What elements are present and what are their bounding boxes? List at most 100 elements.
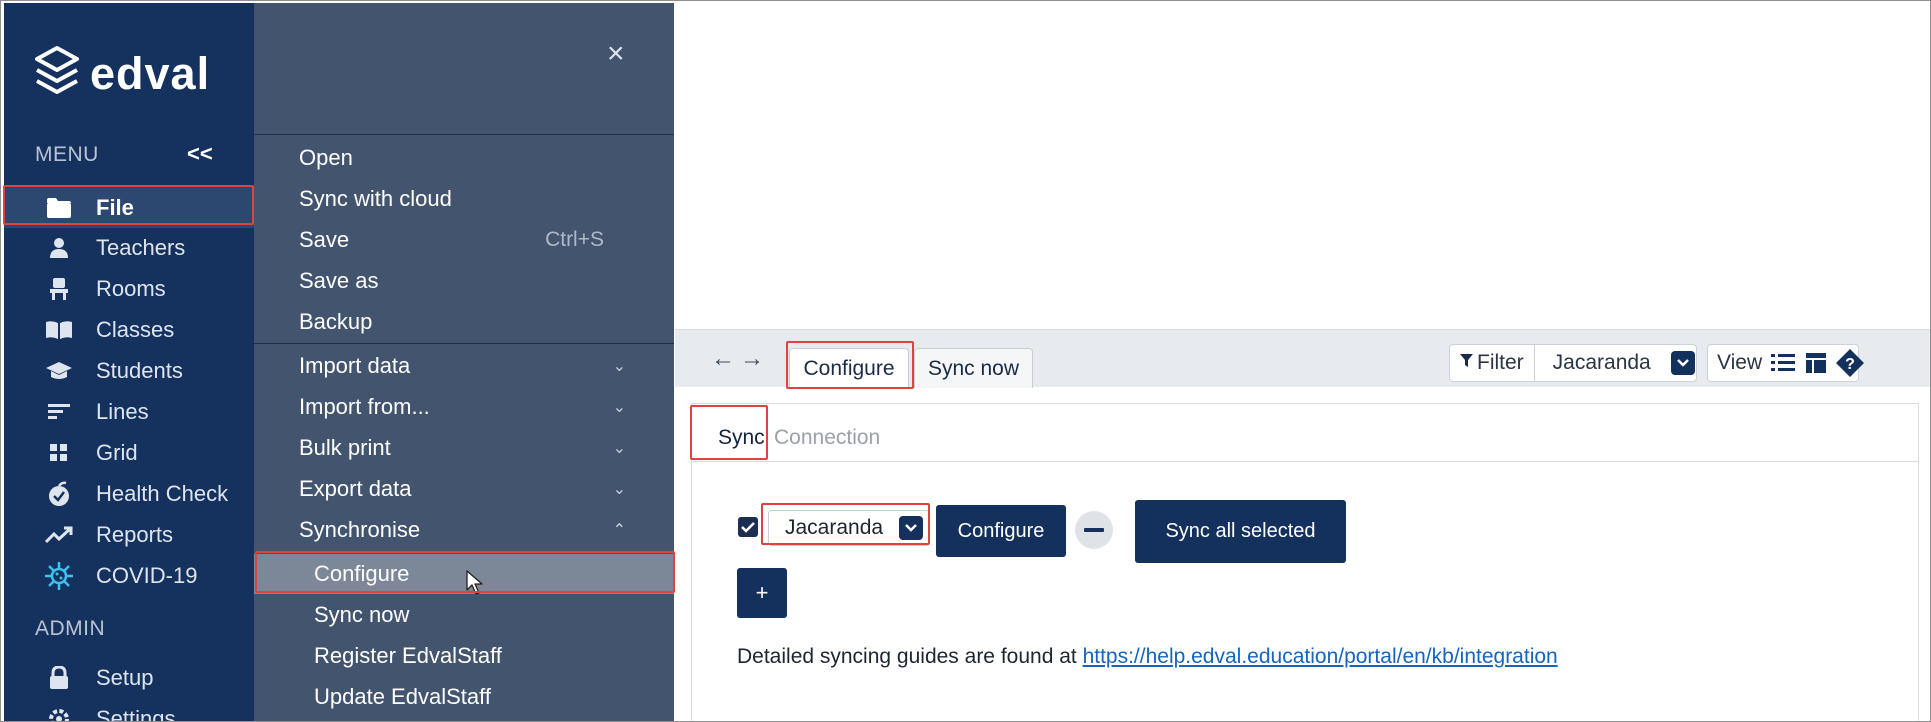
grid-icon — [44, 440, 74, 466]
nav-item-reports[interactable]: Reports — [4, 514, 254, 555]
menu-item-label: Backup — [299, 309, 373, 334]
menu-item-sync-now[interactable]: Sync now — [254, 595, 674, 635]
nav-item-lines[interactable]: Lines — [4, 391, 254, 432]
configure-button[interactable]: Configure — [936, 505, 1066, 557]
file-submenu: × Open Sync with cloud Save Ctrl+S Save a… — [254, 3, 674, 721]
subtab-connection[interactable]: Connection — [774, 416, 880, 460]
provider-select[interactable]: Jacaranda — [768, 510, 930, 546]
nav-item-setup[interactable]: Setup — [4, 657, 254, 698]
nav-item-label: Rooms — [96, 275, 166, 301]
add-row-button[interactable]: + — [737, 568, 787, 618]
nav-item-covid-19[interactable]: COVID-19 — [4, 555, 254, 596]
list-view-icon[interactable] — [1771, 352, 1796, 374]
tab-label: Sync now — [927, 356, 1020, 380]
shortcut-hint: Ctrl+S — [545, 228, 604, 251]
nav-item-label: Classes — [96, 316, 175, 342]
brand-name: edval — [90, 47, 211, 99]
subtab-label: Connection — [774, 426, 881, 449]
filter-group: Filter Jacaranda — [1449, 344, 1697, 382]
tab-label: Configure — [803, 356, 895, 380]
trend-icon — [44, 522, 74, 548]
toolbar: ← → Configure Sync now Filter Jacaranda — [675, 329, 1930, 388]
virus-icon — [44, 561, 74, 590]
subtab-sync[interactable]: Sync — [704, 416, 779, 460]
nav-item-health-check[interactable]: Health Check — [4, 473, 254, 514]
book-icon — [44, 317, 74, 343]
divider — [254, 343, 674, 344]
menu-item-import-data[interactable]: Import data ⌄ — [254, 346, 674, 386]
menu-item-update-edvalstaff[interactable]: Update EdvalStaff — [254, 677, 674, 717]
forward-arrow-icon[interactable]: → — [740, 345, 764, 373]
nav-item-students[interactable]: Students — [4, 350, 254, 391]
tab-configure[interactable]: Configure — [789, 348, 909, 388]
apple-icon — [44, 481, 74, 507]
nav-item-label: Reports — [96, 521, 174, 547]
chevron-down-icon: ⌄ — [612, 399, 626, 416]
subtab-label: Sync — [718, 426, 765, 449]
menu-item-label: Sync with cloud — [299, 186, 452, 211]
guide-text: Detailed syncing guides are found at — [737, 645, 1083, 668]
menu-item-label: Bulk print — [299, 435, 391, 460]
nav-item-classes[interactable]: Classes — [4, 309, 254, 350]
menu-item-label: Import from... — [299, 394, 430, 419]
menu-item-save-as[interactable]: Save as — [254, 261, 674, 301]
nav-item-rooms[interactable]: Rooms — [4, 268, 254, 309]
menu-item-label: Sync now — [314, 602, 410, 627]
funnel-icon — [1460, 353, 1473, 373]
filter-label: Filter — [1477, 351, 1524, 374]
nav-item-label: Health Check — [96, 480, 229, 506]
mouse-cursor-icon — [466, 570, 484, 601]
menu-item-label: Configure — [314, 561, 410, 586]
guide-note: Detailed syncing guides are found at htt… — [737, 645, 1558, 669]
collapse-menu-button[interactable]: << — [187, 141, 213, 167]
menu-item-bulk-print[interactable]: Bulk print ⌄ — [254, 428, 674, 468]
view-label: View — [1717, 351, 1763, 374]
help-icon[interactable]: ? — [1835, 348, 1865, 378]
menu-item-label: Save — [299, 227, 350, 252]
sync-all-selected-button[interactable]: Sync all selected — [1135, 500, 1346, 563]
provider-value: Jacaranda — [785, 516, 884, 539]
back-arrow-icon[interactable]: ← — [711, 345, 735, 373]
nav-item-settings[interactable]: Settings — [4, 698, 254, 721]
nav-item-label: Lines — [96, 398, 149, 424]
menu-item-save[interactable]: Save Ctrl+S — [254, 220, 674, 260]
view-group: View ? — [1707, 344, 1865, 382]
table-layout-icon[interactable] — [1805, 352, 1827, 374]
menu-item-label: Export data — [299, 476, 412, 501]
menu-item-synchronise[interactable]: Synchronise ⌃ — [254, 510, 674, 550]
menu-item-open[interactable]: Open — [254, 138, 674, 178]
chevron-down-icon — [899, 516, 923, 540]
tab-sync-now[interactable]: Sync now — [914, 348, 1033, 388]
filter-button[interactable]: Filter — [1450, 345, 1535, 381]
lock-icon — [44, 665, 74, 691]
menu-item-export-data[interactable]: Export data ⌄ — [254, 469, 674, 509]
nav-item-label: COVID-19 — [96, 562, 198, 588]
folder-icon — [44, 195, 74, 221]
graduation-cap-icon — [44, 358, 74, 384]
brand-logo: edval — [34, 45, 210, 102]
close-icon[interactable]: × — [607, 37, 625, 71]
nav-item-teachers[interactable]: Teachers — [4, 227, 254, 268]
nav-item-file[interactable]: File — [4, 187, 254, 228]
sync-row-checkbox[interactable] — [738, 517, 758, 537]
remove-row-button[interactable] — [1075, 511, 1113, 549]
svg-text:?: ? — [1845, 356, 1855, 373]
sync-panel: Sync Connection Jacaranda Configure Sync… — [691, 403, 1919, 721]
chevron-down-icon — [1670, 351, 1695, 375]
menu-item-label: Import data — [299, 353, 411, 378]
menu-item-backup[interactable]: Backup — [254, 302, 674, 342]
menu-item-register-edvalstaff[interactable]: Register EdvalStaff — [254, 636, 674, 676]
chevron-down-icon: ⌄ — [612, 481, 626, 498]
nav-item-label: Grid — [96, 439, 138, 465]
filter-select[interactable]: Jacaranda — [1535, 345, 1701, 381]
nav-item-grid[interactable]: Grid — [4, 432, 254, 473]
menu-item-import-from[interactable]: Import from... ⌄ — [254, 387, 674, 427]
menu-item-label: Register EdvalStaff — [314, 643, 502, 668]
chair-icon — [44, 276, 74, 302]
filter-value: Jacaranda — [1552, 351, 1651, 374]
main-content: ← → Configure Sync now Filter Jacaranda — [675, 3, 1930, 721]
menu-item-sync-with-cloud[interactable]: Sync with cloud — [254, 179, 674, 219]
integration-guide-link[interactable]: https://help.edval.education/portal/en/k… — [1083, 645, 1558, 668]
menu-item-configure[interactable]: Configure — [254, 554, 674, 594]
nav-item-label: Students — [96, 357, 183, 383]
